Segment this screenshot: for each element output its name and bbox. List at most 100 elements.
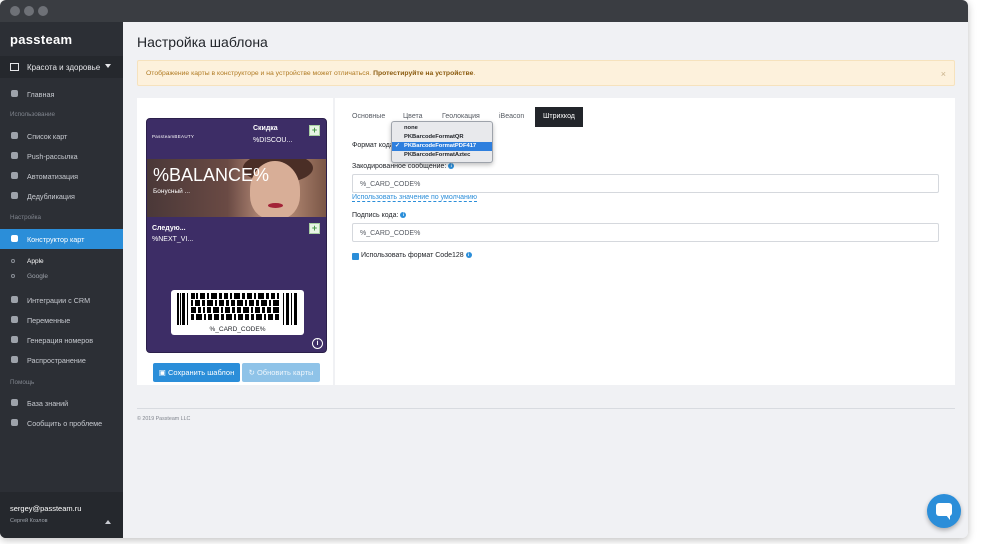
save-template-button[interactable]: ▣ Сохранить шаблон: [153, 363, 240, 382]
option-label: PKBarcodeFormatQR: [404, 134, 464, 140]
code128-checkbox[interactable]: [352, 253, 359, 260]
brush-icon: [11, 235, 18, 242]
update-cards-label: Обновить карты: [256, 368, 314, 377]
dropdown-option-pdf417[interactable]: ✓ PKBarcodeFormatPDF417: [392, 142, 492, 151]
sidebar-item-label: Генерация номеров: [27, 336, 94, 345]
checkmark-icon: ✓: [395, 143, 400, 149]
list-icon: [11, 316, 18, 323]
megaphone-icon: [11, 152, 18, 159]
sidebar-item-push[interactable]: Push-рассылка: [0, 146, 123, 166]
main-content: Настройка шаблона Отображение карты в ко…: [123, 22, 968, 538]
sidebar-item-label: Конструктор карт: [27, 235, 85, 244]
primary-field-label[interactable]: Бонусный ...: [153, 188, 190, 195]
grid-icon: [11, 296, 18, 303]
option-label: PKBarcodeFormatAztec: [404, 152, 471, 158]
copy-icon: [11, 192, 18, 199]
bullet-icon: [11, 259, 15, 263]
secondary-field-value[interactable]: %NEXT_VI...: [152, 236, 193, 243]
sidebar-item-variables[interactable]: Переменные: [0, 310, 123, 330]
bug-icon: [11, 419, 18, 426]
sidebar-item-distribution[interactable]: Распространение: [0, 350, 123, 370]
card-preview-panel: PassteamBEAUTY Скидка %DISCOU... + %BALA…: [137, 98, 333, 385]
tab-barcode[interactable]: Штрихкод: [535, 107, 583, 127]
add-secondary-field-button[interactable]: +: [309, 223, 320, 234]
dropdown-option-qr[interactable]: PKBarcodeFormatQR: [392, 133, 492, 142]
header-field-label[interactable]: Скидка: [253, 125, 278, 132]
sidebar-item-label: Дедубликация: [27, 192, 75, 201]
save-template-label: Сохранить шаблон: [167, 368, 235, 377]
sidebar-item-number-generation[interactable]: Генерация номеров: [0, 330, 123, 350]
info-icon[interactable]: i: [465, 252, 472, 259]
sidebar-item-card-list[interactable]: Список карт: [0, 126, 123, 146]
window-zoom-dot[interactable]: [38, 6, 48, 16]
chat-widget-button[interactable]: [927, 494, 961, 528]
save-icon: ▣: [158, 368, 168, 377]
header-field-value[interactable]: %DISCOU...: [253, 137, 292, 144]
gear-icon: [11, 172, 18, 179]
alert-emphasis: Протестируйте на устройстве: [373, 70, 474, 77]
barcode-format-label: Формат кода: [352, 142, 394, 149]
refresh-icon: ↻: [248, 368, 257, 377]
sidebar-item-label: Главная: [27, 90, 55, 99]
sidebar-item-label: Интеграции с CRM: [27, 296, 91, 305]
tab-ibeacon[interactable]: iBeacon: [499, 107, 524, 127]
sidebar-subitem-google[interactable]: Google: [0, 269, 123, 284]
section-settings: Настройка: [10, 214, 41, 221]
user-menu[interactable]: sergey@passteam.ru Сергей Козлов: [0, 492, 123, 538]
passteam-logo[interactable]: passteam: [10, 32, 72, 47]
code128-label: Использовать формат Code128 i: [361, 252, 472, 259]
tab-basic[interactable]: Основные: [352, 107, 385, 127]
window-titlebar: [0, 0, 968, 22]
app-window: passteam Красота и здоровье Главная Испо…: [0, 0, 968, 538]
footer-copyright: © 2019 Passteam LLC: [137, 416, 191, 422]
window-close-dot[interactable]: [10, 6, 20, 16]
section-help: Помощь: [10, 379, 35, 386]
sidebar-subitem-apple[interactable]: Apple: [0, 254, 123, 269]
encoded-message-value: %_CARD_CODE%: [360, 181, 421, 188]
sidebar-item-label: Распространение: [27, 356, 86, 365]
info-icon[interactable]: i: [312, 338, 323, 349]
window-minimize-dot[interactable]: [24, 6, 34, 16]
dropdown-option-none[interactable]: none: [392, 124, 492, 133]
sidebar-item-card-constructor[interactable]: Конструктор карт: [0, 229, 123, 249]
barcode-format-dropdown[interactable]: none PKBarcodeFormatQR ✓ PKBarcodeFormatP…: [391, 121, 493, 163]
secondary-field-label[interactable]: Следую...: [152, 225, 186, 232]
primary-field-value[interactable]: %BALANCE%: [153, 165, 269, 186]
info-icon[interactable]: i: [448, 163, 455, 170]
barcode[interactable]: %_CARD_CODE%: [171, 290, 304, 335]
bell-icon: [11, 356, 18, 363]
sidebar-item-knowledge-base[interactable]: База знаний: [0, 393, 123, 413]
close-icon[interactable]: ×: [941, 69, 946, 79]
info-icon[interactable]: i: [400, 212, 407, 219]
chat-bubble-tail: [946, 515, 950, 520]
sidebar: passteam Красота и здоровье Главная Испо…: [0, 22, 123, 538]
option-label: PKBarcodeFormatPDF417: [404, 143, 477, 149]
pdf417-barcode-graphic: [177, 293, 297, 325]
footer-divider: [137, 408, 955, 409]
code-signature-value: %_CARD_CODE%: [360, 230, 421, 237]
sidebar-item-crm[interactable]: Интеграции с CRM: [0, 290, 123, 310]
sidebar-item-automation[interactable]: Автоматизация: [0, 166, 123, 186]
sidebar-item-label: Список карт: [27, 132, 68, 141]
table-icon: [11, 336, 18, 343]
lifebuoy-icon: [11, 399, 18, 406]
update-cards-button[interactable]: ↻ Обновить карты: [242, 363, 320, 382]
sidebar-item-label: Push-рассылка: [27, 152, 78, 161]
dropdown-option-aztec[interactable]: PKBarcodeFormatAztec: [392, 151, 492, 160]
add-header-field-button[interactable]: +: [309, 125, 320, 136]
sidebar-item-deduplication[interactable]: Дедубликация: [0, 186, 123, 206]
encoded-message-input[interactable]: %_CARD_CODE%: [352, 174, 939, 193]
use-default-link[interactable]: Использовать значение по умолчанию: [352, 194, 478, 202]
sidebar-subitem-label: Apple: [27, 258, 44, 265]
template-settings-panel: Основные Цвета Геолокация iBeacon Штрихк…: [335, 98, 955, 385]
sidebar-item-label: База знаний: [27, 399, 69, 408]
chevron-down-icon: [105, 64, 111, 68]
strip-image[interactable]: %BALANCE% Бонусный ...: [147, 159, 326, 217]
warning-alert: Отображение карты в конструкторе и на ус…: [137, 60, 955, 86]
sidebar-item-report-problem[interactable]: Сообщить о проблеме: [0, 413, 123, 433]
user-email: sergey@passteam.ru: [10, 504, 82, 513]
organization-selector[interactable]: Красота и здоровье: [0, 56, 123, 78]
code-signature-input[interactable]: %_CARD_CODE%: [352, 223, 939, 242]
card-brand-logo[interactable]: PassteamBEAUTY: [152, 134, 194, 139]
sidebar-item-home[interactable]: Главная: [0, 84, 123, 104]
